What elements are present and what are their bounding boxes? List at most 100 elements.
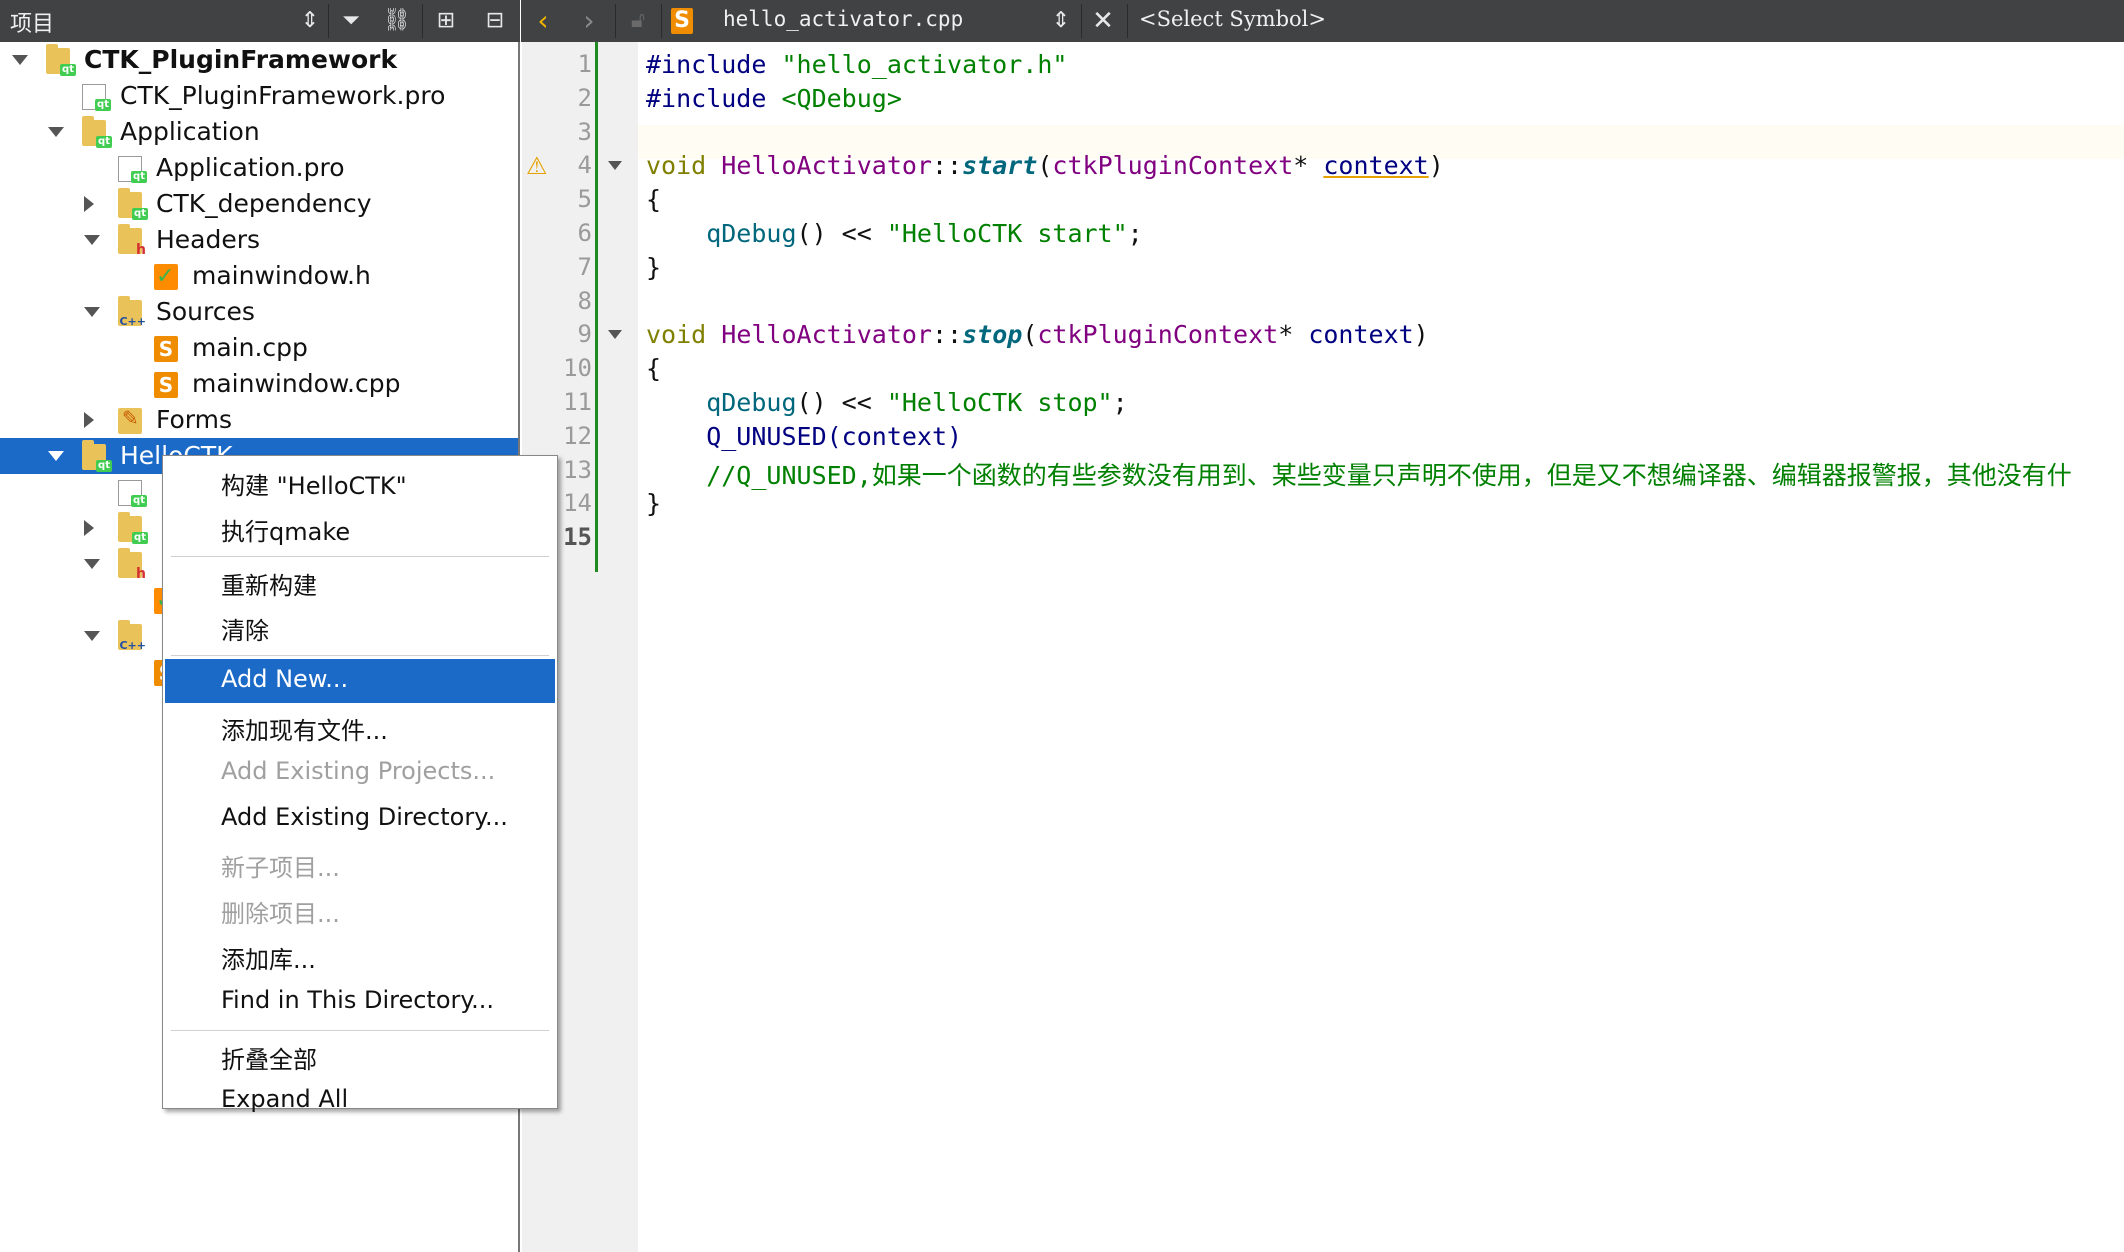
tree-item-label: Application bbox=[120, 117, 260, 146]
tree-item-label: Forms bbox=[156, 405, 233, 434]
tree-item-mainwindow-cpp[interactable]: Smainwindow.cpp bbox=[0, 366, 518, 402]
code-line[interactable]: //Q_UNUSED,如果一个函数的有些参数没有用到、某些变量只声明不使用，但是… bbox=[646, 456, 2072, 492]
close-icon[interactable]: ✕ bbox=[1089, 6, 1117, 36]
menu-item-helloctk[interactable]: 构建 "HelloCTK" bbox=[165, 460, 555, 504]
cpp-file-icon: S bbox=[154, 336, 178, 362]
menu-item-item[interactable]: 添加现有文件... bbox=[165, 705, 555, 749]
expand-arrow-icon[interactable] bbox=[84, 307, 100, 317]
expand-arrow-icon[interactable] bbox=[12, 55, 28, 65]
tree-item-ctk-pluginframework-pro[interactable]: qt CTK_PluginFramework.pro bbox=[0, 78, 518, 114]
code-token: void bbox=[646, 151, 722, 181]
code-token: #include bbox=[646, 83, 782, 113]
tree-item-sources[interactable]: C++ Sources bbox=[0, 294, 518, 330]
menu-item-add-existing-directory[interactable]: Add Existing Directory... bbox=[165, 797, 555, 841]
lock-icon[interactable]: 🔓︎ bbox=[625, 6, 651, 36]
menu-item-label: 清除 bbox=[221, 617, 269, 646]
code-token: { bbox=[646, 185, 662, 215]
expand-arrow-icon[interactable] bbox=[84, 631, 100, 641]
tree-item-label: CTK_dependency bbox=[156, 189, 372, 218]
qt-folder-icon: qt bbox=[82, 440, 112, 472]
code-line[interactable]: } bbox=[646, 253, 661, 282]
code-token: ( bbox=[1037, 151, 1053, 181]
menu-item-qmake[interactable]: 执行qmake bbox=[165, 506, 555, 550]
code-line[interactable]: qDebug() << "HelloCTK start"; bbox=[646, 219, 1143, 248]
split-add-icon[interactable]: ⊞ bbox=[430, 6, 462, 36]
menu-item-find-in-this-directory[interactable]: Find in This Directory... bbox=[165, 980, 555, 1024]
menu-item-label: Add Existing Projects... bbox=[221, 756, 496, 785]
symbol-selector[interactable]: <Select Symbol> bbox=[1139, 7, 1326, 31]
code-token: ) bbox=[1428, 151, 1444, 181]
expand-arrow-icon[interactable] bbox=[84, 235, 100, 245]
pro-file-icon: qt bbox=[118, 156, 147, 183]
qt-folder-icon: qt bbox=[118, 512, 148, 544]
back-arrow-icon[interactable]: ‹ bbox=[531, 6, 555, 36]
source-folder-icon: C++ bbox=[118, 620, 146, 652]
tree-item-mainwindow-h[interactable]: mainwindow.h bbox=[0, 258, 518, 294]
code-token: { bbox=[646, 354, 662, 384]
collapse-icon[interactable]: ⊟ bbox=[480, 6, 510, 36]
code-token: Q_UNUSED bbox=[646, 421, 827, 451]
code-token: ctkPluginContext bbox=[1052, 151, 1294, 181]
code-token: start bbox=[962, 151, 1038, 181]
tree-item-main-cpp[interactable]: Smain.cpp bbox=[0, 330, 518, 366]
menu-item-label: Add Existing Directory... bbox=[221, 802, 508, 831]
menu-item-add-existing-projects: Add Existing Projects... bbox=[165, 751, 555, 795]
tree-item-ctk-pluginframework[interactable]: qt CTK_PluginFramework bbox=[0, 42, 518, 78]
line-number: 5 bbox=[577, 185, 592, 214]
code-token: HelloActivator bbox=[721, 320, 932, 350]
code-line[interactable]: qDebug() << "HelloCTK stop"; bbox=[646, 388, 1127, 417]
tree-item-application-pro[interactable]: qt Application.pro bbox=[0, 150, 518, 186]
code-line[interactable]: } bbox=[646, 489, 661, 518]
forms-folder-icon bbox=[118, 406, 142, 434]
tree-item-label: mainwindow.h bbox=[192, 261, 371, 290]
tree-item-label: mainwindow.cpp bbox=[192, 369, 401, 398]
warning-icon[interactable]: ⚠ bbox=[526, 151, 548, 181]
forward-arrow-icon[interactable]: › bbox=[577, 6, 601, 36]
code-line[interactable]: void HelloActivator::start(ctkPluginCont… bbox=[646, 151, 1444, 180]
code-token: qDebug bbox=[646, 219, 797, 248]
up-down-arrows-icon[interactable]: ⇕ bbox=[300, 6, 320, 36]
code-line[interactable]: Q_UNUSED(context) bbox=[646, 422, 962, 451]
fold-toggle-icon[interactable] bbox=[608, 161, 622, 171]
code-token: ctkPluginContext bbox=[1037, 320, 1279, 350]
menu-item-item[interactable]: 清除 bbox=[165, 605, 555, 649]
line-number: 10 bbox=[563, 354, 592, 383]
menu-item-label: 重新构建 bbox=[221, 571, 317, 600]
collapse-arrow-icon[interactable] bbox=[84, 196, 94, 212]
menu-item-add-new[interactable]: Add New... bbox=[165, 659, 555, 704]
code-token: context bbox=[1323, 151, 1429, 181]
code-token: HelloActivator bbox=[721, 151, 932, 181]
collapse-arrow-icon[interactable] bbox=[84, 520, 94, 536]
code-line[interactable]: { bbox=[646, 354, 661, 383]
menu-item-item[interactable]: 重新构建 bbox=[165, 560, 555, 604]
code-line[interactable]: #include <QDebug> bbox=[646, 84, 902, 113]
code-editor[interactable]: 1 2 3 4 ⚠ 5 6 7 8 9 10 11 12 13 14 15 #include "hello_a… bbox=[522, 42, 2124, 1252]
expand-arrow-icon[interactable] bbox=[48, 451, 64, 461]
link-icon[interactable]: ⛓ bbox=[382, 6, 412, 36]
menu-item-label: 添加现有文件... bbox=[221, 717, 388, 745]
tree-item-application[interactable]: qt Application bbox=[0, 114, 518, 150]
tree-item-ctk-dependency[interactable]: qt CTK_dependency bbox=[0, 186, 518, 222]
tree-item-headers[interactable]: h Headers bbox=[0, 222, 518, 258]
expand-arrow-icon[interactable] bbox=[48, 127, 64, 137]
menu-item-label: Find in This Directory... bbox=[221, 985, 495, 1014]
filter-icon[interactable]: ⏷ bbox=[336, 6, 366, 36]
menu-item-expand-all[interactable]: Expand All bbox=[165, 1079, 555, 1123]
open-file-name[interactable]: hello_activator.cpp bbox=[723, 7, 963, 31]
menu-item-label: 新子项目... bbox=[221, 854, 340, 883]
code-line[interactable]: #include "hello_activator.h" bbox=[646, 50, 1067, 79]
code-line[interactable]: void HelloActivator::stop(ctkPluginConte… bbox=[646, 320, 1429, 349]
tree-item-forms[interactable]: Forms bbox=[0, 402, 518, 438]
up-down-arrows-icon[interactable]: ⇕ bbox=[1051, 6, 1071, 36]
project-toolbar: 项目 ⇕ ⏷ ⛓ ⊞ ⊟ bbox=[0, 0, 520, 42]
fold-toggle-icon[interactable] bbox=[608, 330, 622, 340]
menu-item-item[interactable]: 添加库... bbox=[165, 934, 555, 978]
qt-folder-icon: qt bbox=[118, 188, 148, 220]
code-line[interactable]: { bbox=[646, 185, 661, 214]
expand-arrow-icon[interactable] bbox=[84, 559, 100, 569]
collapse-arrow-icon[interactable] bbox=[84, 412, 94, 428]
menu-item-item[interactable]: 折叠全部 bbox=[165, 1034, 555, 1078]
code-token: (context) bbox=[826, 421, 963, 451]
cpp-file-icon: S bbox=[154, 372, 178, 398]
code-token: void bbox=[646, 320, 722, 350]
